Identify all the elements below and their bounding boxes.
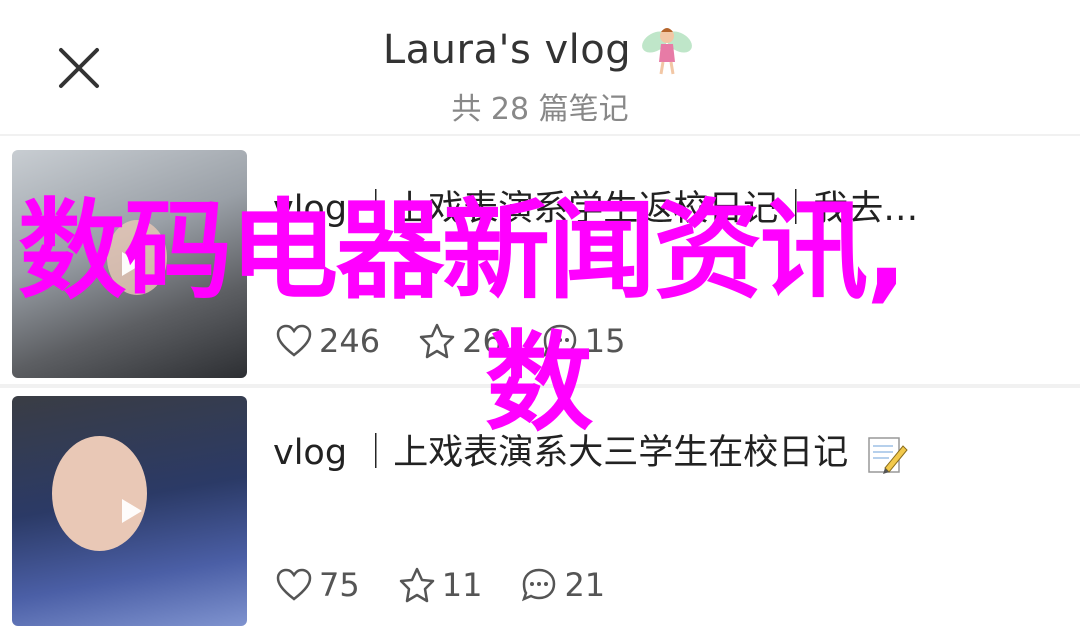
title-wrap: Laura's vlog	[0, 20, 1080, 80]
post-stats: 246 26 15	[275, 322, 664, 360]
comment-button[interactable]: 21	[520, 566, 605, 604]
like-button[interactable]: 75	[275, 566, 360, 604]
thumbnail-figure	[52, 436, 147, 551]
star-icon	[419, 323, 455, 359]
play-icon	[121, 252, 142, 276]
post-title-text: vlog ｜上戏表演系大三学生在校日记	[273, 433, 849, 473]
comment-button[interactable]: 15	[541, 322, 626, 360]
collect-button[interactable]: 26	[418, 322, 503, 360]
star-icon	[399, 567, 434, 603]
heart-icon	[276, 324, 312, 357]
page-title: Laura's vlog	[383, 20, 697, 80]
header-bar: Laura's vlog 共 28 篇笔记	[0, 0, 1080, 134]
comment-icon	[522, 568, 556, 602]
post-title[interactable]: vlog ｜上戏表演系学生返校日记｜我去…	[273, 180, 918, 231]
like-count: 75	[319, 566, 360, 604]
post-thumbnail[interactable]	[12, 396, 247, 626]
post-thumbnail[interactable]	[12, 150, 247, 378]
fairy-emoji-icon	[642, 28, 693, 75]
collect-count: 11	[441, 566, 483, 604]
collect-count: 26	[462, 322, 503, 360]
post-title[interactable]: vlog ｜上戏表演系大三学生在校日记	[273, 424, 909, 476]
pencil-memo-icon	[868, 437, 909, 474]
heart-icon	[276, 568, 312, 601]
play-icon	[121, 499, 142, 523]
page-title-text: Laura's vlog	[382, 27, 632, 73]
notes-count: 共 28 篇笔记	[451, 92, 629, 127]
comment-count: 21	[564, 566, 606, 604]
post-card-2[interactable]: vlog ｜上戏表演系大三学生在校日记 75 11 21	[0, 388, 1080, 631]
post-stats: 75 11 21	[275, 566, 643, 604]
collect-button[interactable]: 11	[398, 566, 483, 604]
comment-count: 15	[584, 322, 626, 360]
comment-icon	[542, 324, 577, 358]
like-button[interactable]: 246	[275, 322, 380, 360]
post-card-1[interactable]: vlog ｜上戏表演系学生返校日记｜我去… 246 26 15	[0, 136, 1080, 384]
like-count: 246	[319, 322, 381, 360]
